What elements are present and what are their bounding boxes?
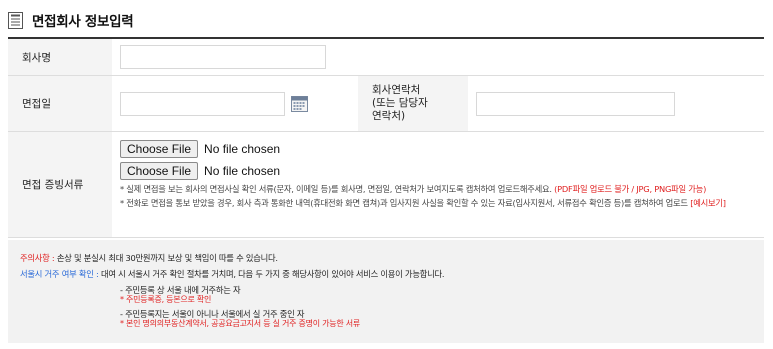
company-name-label: 회사명 bbox=[8, 39, 112, 75]
company-contact-label: 회사연락처 (또는 담당자 연락처) bbox=[358, 76, 468, 131]
file-status-1: No file chosen bbox=[204, 142, 281, 156]
evidence-label: 면접 증빙서류 bbox=[8, 132, 112, 237]
choose-file-button-1[interactable]: Choose File bbox=[120, 140, 199, 158]
evidence-row: 면접 증빙서류 Choose File No file chosen Choos… bbox=[8, 132, 764, 238]
example-view-link[interactable]: [예시보기] bbox=[690, 198, 726, 208]
interview-date-row: 면접일 회사연락처 (또는 담당자 연락처) bbox=[8, 76, 764, 132]
residence-option-2: - 주민등록지는 서울이 아니나 서울에서 실 거주 중인 자 * 본인 명의의… bbox=[120, 309, 360, 328]
document-list-icon bbox=[8, 11, 23, 29]
section-title: 면접회사 정보입력 bbox=[32, 14, 134, 30]
interview-date-input[interactable] bbox=[120, 91, 285, 116]
section-header: 면접회사 정보입력 bbox=[8, 8, 134, 32]
evidence-note-1: * 실제 면접을 보는 회사의 면접사실 확인 서류(문자, 이메일 등)를 회… bbox=[120, 184, 707, 194]
file-upload-2: Choose File No file chosen bbox=[120, 162, 750, 180]
company-name-input[interactable] bbox=[120, 45, 326, 69]
notice-box: 주의사항 : 손상 및 분실시 최대 30만원까지 보상 및 책임이 따를 수 … bbox=[8, 240, 764, 343]
interview-date-label: 면접일 bbox=[8, 76, 112, 131]
residence-option-1: - 주민등록 상 서울 내에 거주하는 자 * 주민등록증, 등본으로 확인 bbox=[120, 285, 241, 304]
company-name-row: 회사명 bbox=[8, 39, 764, 76]
file-upload-1: Choose File No file chosen bbox=[120, 140, 750, 158]
calendar-icon[interactable] bbox=[291, 95, 308, 112]
caution-line: 주의사항 : 손상 및 분실시 최대 30만원까지 보상 및 책임이 따를 수 … bbox=[20, 253, 278, 263]
choose-file-button-2[interactable]: Choose File bbox=[120, 162, 199, 180]
residence-line: 서울시 거주 여부 확인 : 대여 시 서울시 거주 확인 절차를 거치며, 다… bbox=[20, 269, 445, 279]
evidence-note-2: * 전화로 면접을 통보 받았을 경우, 회사 측과 통화한 내역(휴대전화 화… bbox=[120, 198, 726, 208]
interview-company-form: 회사명 면접일 회사연락처 (또는 담당자 연락처) 면접 증빙서류 Choos… bbox=[8, 37, 764, 238]
file-status-2: No file chosen bbox=[204, 164, 281, 178]
file-format-warning: (PDF파일 업로드 불가 / JPG, PNG파일 가능) bbox=[554, 184, 707, 194]
company-contact-input[interactable] bbox=[476, 91, 675, 116]
